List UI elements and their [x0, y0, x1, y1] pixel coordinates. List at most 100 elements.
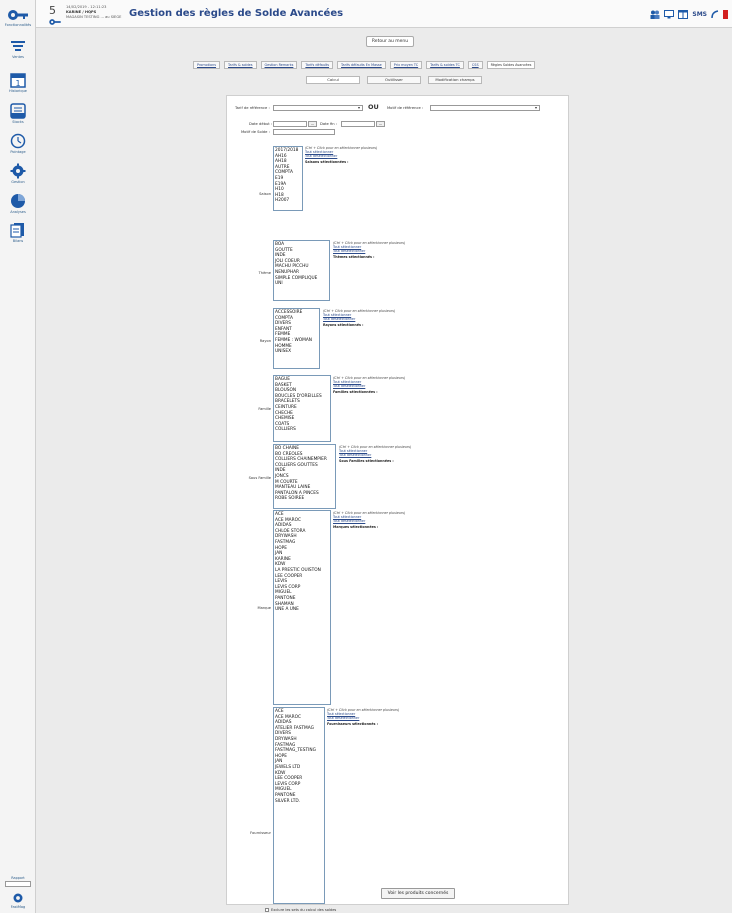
page-title: Gestion des règles de Solde Avancées: [129, 8, 344, 19]
sous-famille-listbox[interactable]: BO CHAINE BO CREOLES COLLIERS CHAINEMPIE…: [273, 444, 336, 509]
list-item[interactable]: 2017/2018: [275, 148, 301, 154]
sidebar-item-history[interactable]: 1 Historique: [0, 72, 36, 93]
tab-css[interactable]: CSS: [467, 61, 483, 69]
sidebar-item-bilans[interactable]: Bilans: [0, 222, 36, 243]
monitor-icon[interactable]: [664, 10, 675, 19]
list-item[interactable]: FEMME : WOMAN: [275, 338, 318, 344]
fournisseur-helper: (Ctrl + Click pour en sélectionner plusi…: [327, 708, 399, 726]
list-item[interactable]: COLLIERS: [275, 427, 329, 433]
list-item[interactable]: LA PRESTIC OUISTON: [275, 568, 329, 574]
calc-panel: Tarif de référence : OU Motif de référen…: [226, 95, 569, 912]
sous-famille-helper: (Ctrl + Click pour en sélectionner plusi…: [339, 445, 411, 463]
inbox-icon: [10, 103, 26, 119]
deselect-all-link[interactable]: Tout désélectionner: [333, 384, 405, 388]
deselect-all-link[interactable]: Tout désélectionner: [323, 317, 395, 321]
sidebar-item-label: Historique: [9, 89, 27, 93]
show-products-button[interactable]: Voir les produits concernés: [381, 888, 455, 899]
selected-header: Marques sélectionnées :: [333, 525, 379, 529]
tab-modification-champs[interactable]: Modification champs: [428, 76, 482, 84]
date-fin-input[interactable]: [341, 121, 375, 127]
list-item[interactable]: FASTMAG_TESTING: [275, 748, 323, 754]
day-number: 5: [49, 4, 56, 17]
saison-listbox[interactable]: 2017/2018 AH16 AH18 AUTRE COMPTA E19 E19…: [273, 146, 303, 211]
exclude-sets-checkbox[interactable]: [265, 908, 269, 912]
cart-icon: [11, 41, 25, 51]
marque-helper: (Ctrl + Click pour en sélectionner plusi…: [333, 511, 405, 529]
sidebar-item-label: FastMag: [10, 905, 26, 909]
sidebar-item-label: Pointage: [10, 150, 26, 154]
clock-icon: [10, 133, 26, 149]
motif-solde-input[interactable]: [273, 129, 335, 135]
motif-ref-select[interactable]: [430, 105, 540, 111]
list-item[interactable]: UNI: [275, 281, 328, 287]
ou-label: OU: [368, 103, 379, 111]
top-icons: SMS: [650, 10, 728, 19]
sidebar-item-label: Gestion: [11, 180, 25, 184]
marque-listbox[interactable]: ACE ACE MAROC ADIDAS CHLOE STORA DRYWASH…: [273, 510, 331, 705]
users-icon[interactable]: [650, 10, 660, 19]
sidebar-item-management[interactable]: Gestion: [0, 163, 36, 184]
tab-tarifs-soldes[interactable]: Tarifs & soldes: [224, 61, 257, 69]
tab-tarifs-soldes-tc[interactable]: Tarifs & soldes TC: [426, 61, 464, 69]
sidebar-item-functions[interactable]: Fonctionnalités: [0, 8, 36, 27]
back-to-menu-button[interactable]: Retour au menu: [366, 36, 414, 47]
phone-icon[interactable]: [711, 10, 719, 19]
selected-header: Thèmes sélectionnés :: [333, 255, 375, 259]
tab-promotions[interactable]: Promotions: [193, 61, 221, 69]
deselect-all-link[interactable]: Tout désélectionner: [327, 716, 399, 720]
chevron-down-icon: [358, 107, 360, 109]
sidebar-search-input[interactable]: [5, 881, 31, 887]
sms-link[interactable]: SMS: [692, 11, 707, 18]
list-item[interactable]: UNE A UNE: [275, 607, 329, 613]
close-icon[interactable]: [723, 10, 728, 19]
date-fin-picker-button[interactable]: ...: [376, 121, 385, 127]
deselect-all-link[interactable]: Tout désélectionner: [339, 453, 411, 457]
top-bar: 5 14/02/2019 - 12:11:23 KARINE / HQPS MA…: [36, 0, 732, 28]
tab-tarifs-defaults-masse[interactable]: Tarifs défaults En Masse: [337, 61, 386, 69]
sidebar-item-stocks[interactable]: Stocks: [0, 103, 36, 124]
list-item[interactable]: UNISEX: [275, 349, 318, 355]
tarif-ref-select[interactable]: [273, 105, 363, 111]
table-icon[interactable]: [678, 10, 689, 19]
tab-prix-moyen-tc[interactable]: Prix moyen TC: [389, 61, 423, 69]
store-name: MAGASIN TESTING ... au SIEGE: [66, 15, 122, 19]
deselect-all-link[interactable]: Tout désélectionner: [333, 519, 405, 523]
tab-tarifs-defaults[interactable]: Tarifs défaults: [301, 61, 334, 69]
chevron-down-icon: [535, 107, 537, 109]
motif-solde-label: Motif de Solde :: [241, 130, 270, 134]
deselect-all-link[interactable]: Tout désélectionner: [305, 154, 377, 158]
exclude-sets-row: Exclure les sets du calcul des soldes: [265, 908, 336, 912]
date-fin-label: Date fin :: [320, 122, 338, 126]
sidebar-item-pointage[interactable]: Pointage: [0, 133, 36, 154]
sidebar-item-analyses[interactable]: Analyses: [0, 193, 36, 214]
user-info: 14/02/2019 - 12:11:23 KARINE / HQPS MAGA…: [66, 5, 121, 20]
marque-label: Marque: [257, 606, 272, 610]
gear-icon: [10, 163, 26, 179]
list-item[interactable]: H2007: [275, 198, 301, 204]
list-item[interactable]: SILVER LTD.: [275, 799, 323, 805]
theme-label: Thème: [258, 271, 271, 275]
list-item[interactable]: COLLIERS CHAINEMPIER: [275, 457, 334, 463]
tab-calcul[interactable]: Calcul: [306, 76, 360, 84]
sub-tabs: Calcul Outilisser Modification champs: [306, 76, 482, 84]
settings-icon: [13, 893, 23, 903]
selected-header: Fournisseurs sélectionnés :: [327, 722, 378, 726]
tab-regles-soldes-avancees[interactable]: Règles Soldes Avancées: [486, 61, 536, 69]
famille-listbox[interactable]: BAGUE BASKET BLOUSON BOUCLES D'OREILLES …: [273, 375, 331, 442]
sous-famille-label: Sous Famille: [248, 476, 271, 480]
deselect-all-link[interactable]: Tout désélectionner: [333, 249, 405, 253]
sidebar-item-sales[interactable]: Ventes: [0, 40, 36, 59]
date-debut-input[interactable]: [273, 121, 307, 127]
date-debut-picker-button[interactable]: ...: [308, 121, 317, 127]
rayon-listbox[interactable]: ACCESSOIRE COMPTA DIVERS ENFANT FEMME FE…: [273, 308, 320, 369]
list-item[interactable]: ROBE SOIREE: [275, 496, 334, 502]
fournisseur-listbox[interactable]: ACE ACE MAROC ADIDAS ATELIER FASTMAG DIV…: [273, 707, 325, 904]
sidebar-item-fastmag[interactable]: FastMag: [0, 892, 36, 909]
tab-outilisser[interactable]: Outilisser: [367, 76, 421, 84]
theme-listbox[interactable]: BOA GOUTTE INDE JOLI COEUR MACHU PICCHU …: [273, 240, 330, 301]
exclude-sets-label: Exclure les sets du calcul des soldes: [271, 908, 337, 912]
tarif-ref-label: Tarif de référence :: [235, 106, 270, 110]
tab-gestion-remarks[interactable]: Gestion Remarks: [260, 61, 298, 69]
rayon-helper: (Ctrl + Click pour en sélectionner plusi…: [323, 309, 395, 327]
sidebar-item-label: Ventes: [12, 55, 24, 59]
